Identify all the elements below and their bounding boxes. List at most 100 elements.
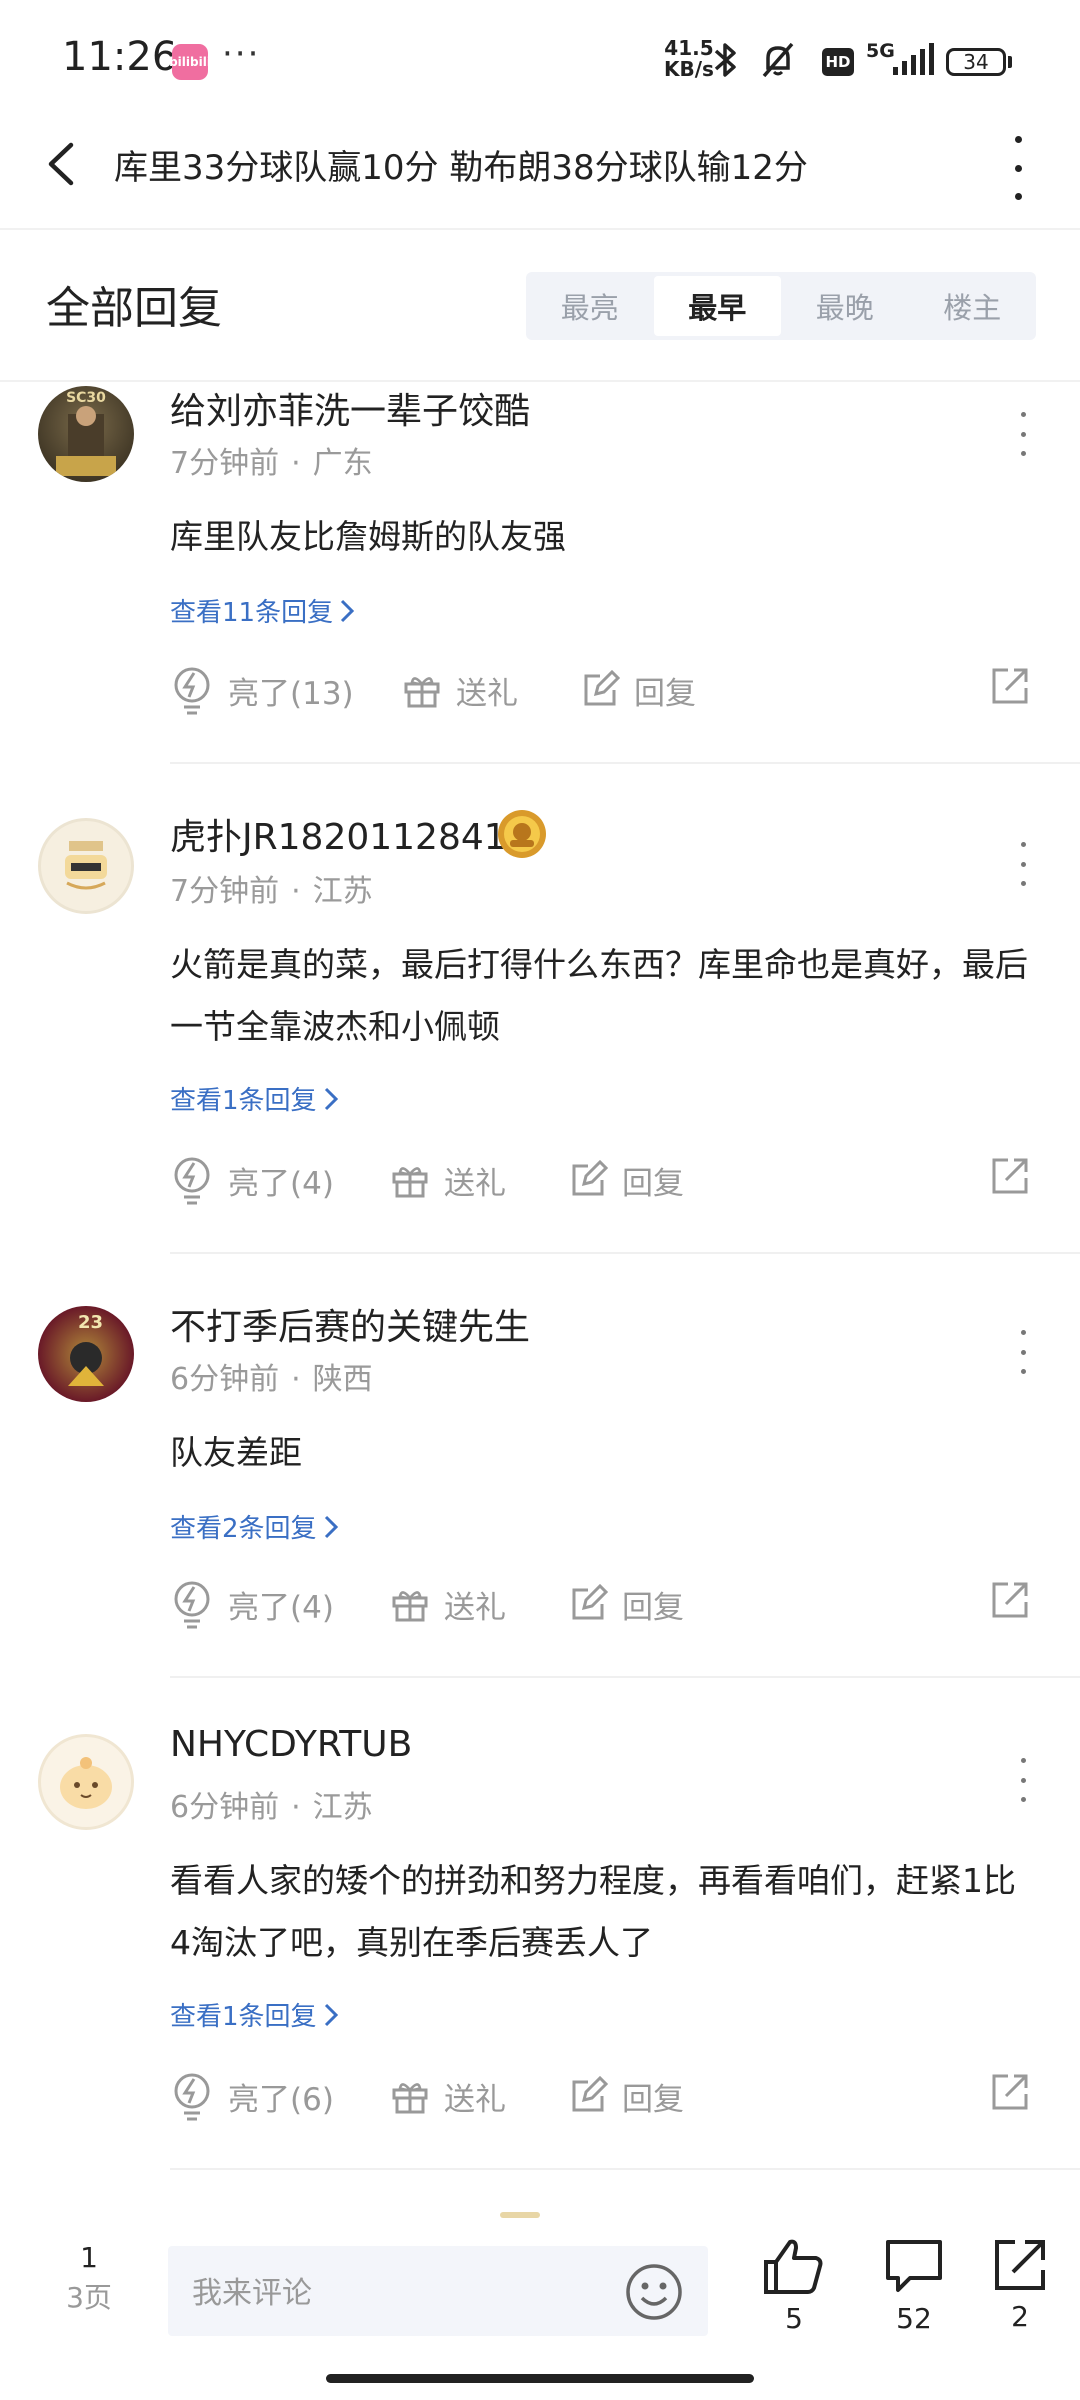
avatar-image bbox=[65, 841, 107, 890]
view-replies-link[interactable]: 查看1条回复 bbox=[170, 1996, 339, 2033]
dot bbox=[1014, 136, 1022, 143]
sort-tabs: 最亮 最早 最晚 楼主 bbox=[526, 272, 1036, 340]
gift-button[interactable]: 送礼 bbox=[390, 2066, 506, 2126]
comment-text: 火箭是真的菜，最后打得什么东西？库里命也是真好，最后一节全靠波杰和小佩顿 bbox=[170, 945, 1028, 1046]
divider bbox=[170, 1252, 1080, 1254]
comment-bubble-icon bbox=[886, 2240, 942, 2292]
like-button[interactable]: 亮了(4) bbox=[170, 1574, 334, 1634]
bluetooth-icon bbox=[708, 40, 744, 80]
share-icon bbox=[995, 2240, 1045, 2290]
comment-location: 陕西 bbox=[312, 1362, 373, 1397]
share-icon bbox=[992, 668, 1028, 704]
comments-button[interactable]: 52 bbox=[874, 2236, 954, 2335]
avatar[interactable]: 23 bbox=[38, 1306, 134, 1402]
avatar[interactable]: SC30 bbox=[38, 386, 134, 482]
username[interactable]: 不打季后赛的关键先生 bbox=[170, 1298, 530, 1350]
lightbulb-icon bbox=[174, 1581, 210, 1629]
reply-label: 回复 bbox=[622, 1589, 684, 1626]
separator: · bbox=[291, 446, 301, 481]
comment-input[interactable]: 我来评论 bbox=[168, 2246, 708, 2336]
reply-label: 回复 bbox=[634, 675, 696, 712]
dot bbox=[1014, 164, 1022, 172]
gold-badge-icon bbox=[498, 810, 546, 858]
reply-button[interactable]: 回复 bbox=[568, 1150, 684, 1210]
gift-label: 送礼 bbox=[444, 2081, 506, 2118]
separator: · bbox=[291, 874, 301, 909]
separator: · bbox=[291, 1362, 301, 1397]
reply-button[interactable]: 回复 bbox=[580, 660, 696, 720]
share-button[interactable] bbox=[990, 2072, 1030, 2116]
thumbs-up-icon bbox=[764, 2239, 823, 2294]
comment-actions: 亮了(13) 送礼 回复 bbox=[170, 660, 1030, 720]
home-indicator[interactable] bbox=[326, 2374, 754, 2383]
share-post-button[interactable]: 2 bbox=[980, 2236, 1060, 2333]
separator: · bbox=[291, 1790, 301, 1825]
bilibili-app-icon: bilibili bbox=[169, 44, 211, 80]
gift-button[interactable]: 送礼 bbox=[390, 1574, 506, 1634]
battery-icon: 34 bbox=[946, 48, 1006, 76]
avatar[interactable] bbox=[38, 1734, 134, 1830]
page-indicator[interactable]: 1 3页 bbox=[54, 2238, 124, 2318]
like-button[interactable]: 亮了(4) bbox=[170, 1150, 334, 1210]
gift-icon bbox=[392, 1167, 428, 1198]
more-notifications-indicator: ··· bbox=[222, 34, 261, 74]
like-button[interactable]: 亮了(6) bbox=[170, 2066, 334, 2126]
tab-earliest[interactable]: 最早 bbox=[653, 276, 781, 336]
divider bbox=[0, 228, 1080, 230]
back-button[interactable] bbox=[36, 136, 84, 192]
gift-button[interactable]: 送礼 bbox=[390, 1150, 506, 1210]
comment-meta: 7分钟前 · 江苏 bbox=[170, 866, 373, 910]
dot bbox=[1020, 451, 1026, 456]
like-post-button[interactable]: 5 bbox=[754, 2236, 834, 2335]
like-count: 亮了(13) bbox=[228, 675, 354, 712]
reply-button[interactable]: 回复 bbox=[568, 1574, 684, 1634]
page-title: 库里33分球队赢10分 勒布朗38分球队输12分 bbox=[114, 148, 808, 188]
comment-more-button[interactable] bbox=[1018, 842, 1028, 886]
like-count: 亮了(6) bbox=[228, 2081, 334, 2118]
avatar-image bbox=[60, 1757, 112, 1809]
comment-actions: 亮了(6) 送礼 回复 bbox=[170, 2066, 1030, 2126]
view-replies-link[interactable]: 查看11条回复 bbox=[170, 592, 355, 629]
comment-text: 库里队友比詹姆斯的队友强 bbox=[170, 517, 566, 556]
back-arrow-icon bbox=[48, 142, 74, 186]
like-button[interactable]: 亮了(13) bbox=[170, 660, 354, 720]
username[interactable]: 虎扑JR1820112841 bbox=[170, 808, 507, 860]
comment-text: 看看人家的矮个的拼劲和努力程度，再看看咱们，赶紧1比4淘汰了吧，真别在季后赛丢人… bbox=[170, 1861, 1016, 1962]
share-button[interactable] bbox=[990, 1580, 1030, 1624]
edit-icon bbox=[572, 1584, 608, 1620]
comment-location: 江苏 bbox=[312, 1790, 373, 1825]
comment-more-button[interactable] bbox=[1018, 1330, 1028, 1374]
share-button[interactable] bbox=[990, 666, 1030, 710]
dot bbox=[1020, 1777, 1026, 1783]
more-options-button[interactable] bbox=[1000, 136, 1036, 200]
dot bbox=[1020, 1369, 1026, 1374]
view-replies-link[interactable]: 查看2条回复 bbox=[170, 1508, 339, 1545]
like-count: 亮了(4) bbox=[228, 1589, 334, 1626]
share-button[interactable] bbox=[990, 1156, 1030, 1200]
chevron-right-icon bbox=[324, 1515, 338, 1538]
reply-button[interactable]: 回复 bbox=[568, 2066, 684, 2126]
like-post-count: 5 bbox=[785, 2302, 803, 2335]
chevron-right-icon bbox=[324, 1087, 338, 1110]
username[interactable]: 给刘亦菲洗一辈子饺酷 bbox=[170, 382, 530, 434]
emoji-icon[interactable] bbox=[624, 2262, 684, 2322]
username[interactable]: NHYCDYRTUB bbox=[170, 1724, 412, 1765]
dot bbox=[1020, 412, 1026, 417]
comment-input-placeholder: 我来评论 bbox=[192, 2276, 312, 2311]
svg-text:23: 23 bbox=[78, 1312, 103, 1333]
lightbulb-icon bbox=[174, 1157, 210, 1205]
avatar[interactable] bbox=[38, 818, 134, 914]
comment-time: 6分钟前 bbox=[170, 1790, 280, 1825]
comment-more-button[interactable] bbox=[1018, 1758, 1028, 1802]
view-replies-link[interactable]: 查看1条回复 bbox=[170, 1080, 339, 1117]
view-replies-label: 查看1条回复 bbox=[170, 1086, 317, 1116]
comment-location: 广东 bbox=[312, 446, 373, 481]
signal-icon bbox=[890, 40, 936, 80]
tab-brightest[interactable]: 最亮 bbox=[526, 272, 654, 340]
tab-op-only[interactable]: 楼主 bbox=[909, 272, 1037, 340]
comment-more-button[interactable] bbox=[1018, 412, 1028, 456]
gift-button[interactable]: 送礼 bbox=[402, 660, 518, 720]
gift-label: 送礼 bbox=[444, 1165, 506, 1202]
svg-text:SC30: SC30 bbox=[66, 390, 106, 406]
tab-latest[interactable]: 最晚 bbox=[781, 272, 909, 340]
